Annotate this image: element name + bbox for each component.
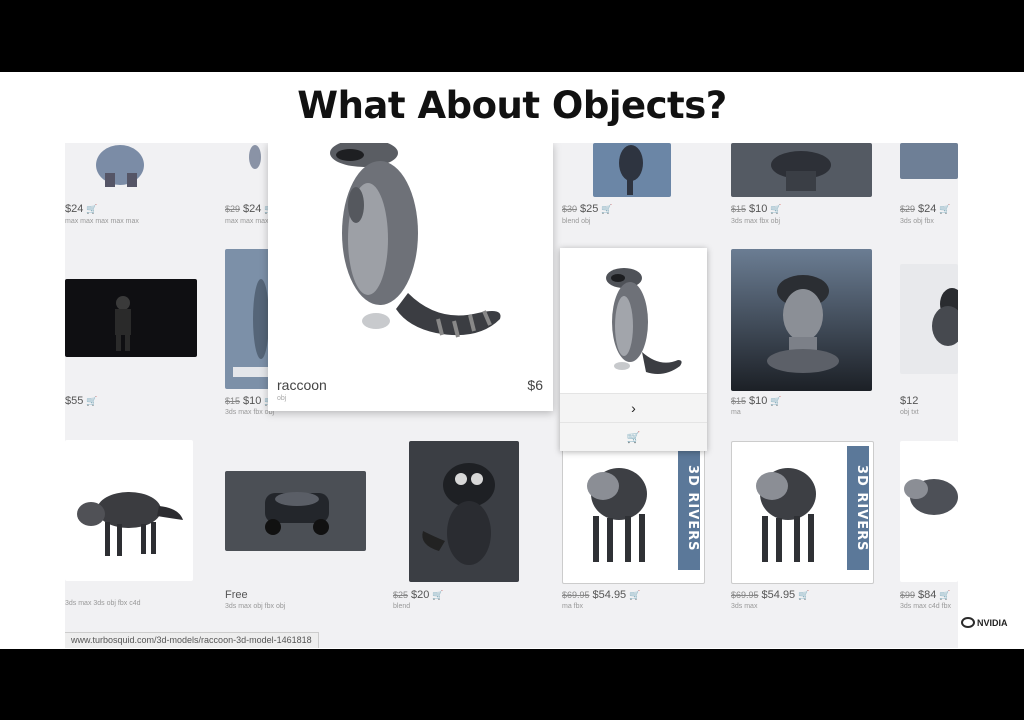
webpage-screenshot: $24🛒 max max max max max $29$24🛒 max max… [65,143,958,648]
product-price: $55 🛒 [65,395,98,407]
product-meta: 3ds max obj fbx obj [225,603,286,610]
product-thumb[interactable] [900,143,958,179]
raccoon-image [330,143,501,338]
cart-icon: 🛒 [626,431,641,444]
product-thumb[interactable] [225,143,265,173]
product-price: $99 $84 🛒 [900,589,951,601]
add-to-cart-button[interactable]: 🛒 [560,422,707,451]
next-button[interactable]: › [560,393,707,422]
product-price: $69.95 $54.95 🛒 [731,589,810,601]
product-price: Free [225,589,248,601]
cart-icon: 🛒 [432,590,444,600]
product-meta: obj txt [900,409,919,416]
product-price: $29$24🛒 [900,203,951,215]
product-meta: max max max max max [65,218,139,225]
product-thumb[interactable] [65,440,193,581]
status-bar-url: www.turbosquid.com/3d-models/raccoon-3d-… [65,632,319,648]
slide: What About Objects? $24 🛒 max max max max… [0,72,1024,649]
product-preview-card[interactable]: raccoon $6 obj [268,143,553,411]
cart-icon: 🛒 [770,204,782,214]
cart-icon: 🛒 [86,396,98,406]
nvidia-logo-text: NVIDIA [977,617,1008,628]
product-meta: 3ds max c4d fbx [900,603,951,610]
cart-icon: 🛒 [939,204,951,214]
product-thumb[interactable]: 3D RIVERS [731,441,874,584]
product-price: $24 🛒 [65,203,98,215]
raccoon-thumb-image [606,268,682,374]
product-thumb[interactable] [731,249,872,391]
cart-icon: 🛒 [939,590,951,600]
product-meta: 3ds max fbx obj [225,409,275,416]
product-meta: blend obj [562,218,591,225]
product-meta: ma [731,409,741,416]
product-price: $30 $25 🛒 [562,203,613,215]
cart-icon: 🛒 [601,204,613,214]
product-thumb[interactable] [65,279,197,357]
product-thumb[interactable] [900,264,958,374]
product-thumb[interactable] [225,471,366,551]
quick-view-popup[interactable]: › 🛒 [560,248,707,451]
product-price: $15$10🛒 [731,203,782,215]
product-meta: 3ds max 3ds obj fbx c4d [65,600,141,607]
product-meta: blend [393,603,411,610]
product-price: $15$10🛒 [731,395,782,407]
product-meta: 3ds obj fbx [900,218,934,225]
product-thumb[interactable] [900,441,958,582]
product-thumb[interactable]: 3D RIVERS [562,441,705,584]
product-thumb[interactable] [65,143,185,188]
preview-price: $6 [527,377,543,393]
nvidia-logo: NVIDIA [961,617,1008,628]
product-price: $12 [900,395,919,407]
chevron-right-icon: › [631,400,636,416]
cart-icon: 🛒 [629,590,641,600]
product-meta: 3ds max fbx obj [731,218,781,225]
slide-title: What About Objects? [297,84,727,127]
cart-icon: 🛒 [798,590,810,600]
preview-meta: obj [277,395,287,402]
product-thumb[interactable] [593,143,671,197]
product-thumb[interactable] [225,249,270,389]
cart-icon: 🛒 [86,204,98,214]
product-thumb[interactable] [731,143,872,197]
product-price: $69.95 $54.95 🛒 [562,589,641,601]
product-price: $25 $20 🛒 [393,589,444,601]
brand-badge: 3D RIVERS [678,446,700,570]
brand-badge: 3D RIVERS [847,446,869,570]
nvidia-eye-icon [961,617,975,628]
cart-icon: 🛒 [770,396,782,406]
preview-name: raccoon [277,377,327,393]
product-thumb[interactable] [409,441,519,582]
product-meta: 3ds max [731,603,758,610]
product-meta: ma fbx [562,603,584,610]
product-meta: max max max [225,218,269,225]
